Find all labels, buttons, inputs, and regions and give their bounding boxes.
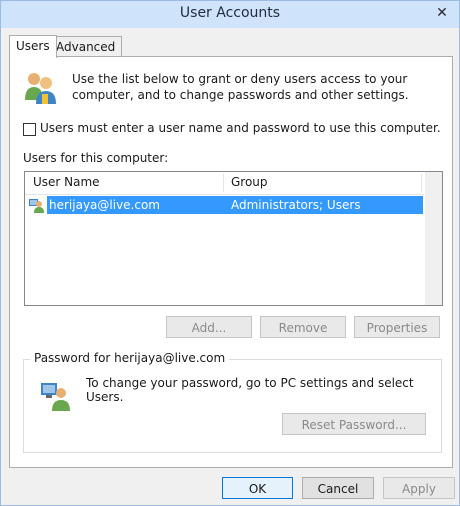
intro-text: Use the list below to grant or deny user… bbox=[72, 72, 409, 102]
column-user-name[interactable]: User Name bbox=[33, 175, 100, 189]
apply-button[interactable]: Apply bbox=[383, 477, 455, 499]
user-accounts-window: User Accounts ✕ Users Advanced Use the l… bbox=[0, 0, 460, 506]
ok-button[interactable]: OK bbox=[222, 477, 293, 499]
row-group: Administrators; Users bbox=[231, 198, 361, 212]
password-instructions: To change your password, go to PC settin… bbox=[86, 376, 414, 404]
column-divider[interactable] bbox=[421, 174, 422, 192]
window-title: User Accounts bbox=[179, 5, 281, 21]
vertical-scrollbar[interactable] bbox=[425, 172, 442, 305]
users-listview[interactable]: User Name Group herijaya@live.com Admini… bbox=[24, 171, 443, 306]
add-user-button[interactable]: Add... bbox=[166, 316, 252, 338]
user-account-icon bbox=[29, 199, 44, 213]
list-header: User Name Group bbox=[25, 172, 423, 195]
users-list-label: Users for this computer: bbox=[23, 151, 169, 165]
password-groupbox bbox=[23, 359, 442, 453]
reset-password-button[interactable]: Reset Password... bbox=[282, 413, 426, 435]
cancel-button[interactable]: Cancel bbox=[302, 477, 374, 499]
tab-users[interactable]: Users bbox=[9, 35, 57, 58]
title-bar[interactable]: User Accounts ✕ bbox=[1, 1, 459, 28]
remove-user-button[interactable]: Remove bbox=[260, 316, 346, 338]
users-tab-panel: Use the list below to grant or deny user… bbox=[9, 56, 453, 468]
require-password-label[interactable]: Users must enter a user name and passwor… bbox=[40, 121, 441, 135]
properties-button[interactable]: Properties bbox=[354, 316, 440, 338]
close-icon[interactable]: ✕ bbox=[431, 3, 453, 23]
table-row[interactable]: herijaya@live.com Administrators; Users bbox=[47, 196, 423, 214]
require-password-checkbox[interactable] bbox=[23, 123, 36, 136]
password-user-icon bbox=[41, 383, 70, 411]
users-icon bbox=[25, 73, 56, 104]
tab-advanced[interactable]: Advanced bbox=[49, 36, 123, 57]
column-divider[interactable] bbox=[223, 174, 224, 192]
row-user-name: herijaya@live.com bbox=[49, 198, 160, 212]
column-group[interactable]: Group bbox=[231, 175, 268, 189]
password-group-title: Password for herijaya@live.com bbox=[30, 351, 230, 365]
